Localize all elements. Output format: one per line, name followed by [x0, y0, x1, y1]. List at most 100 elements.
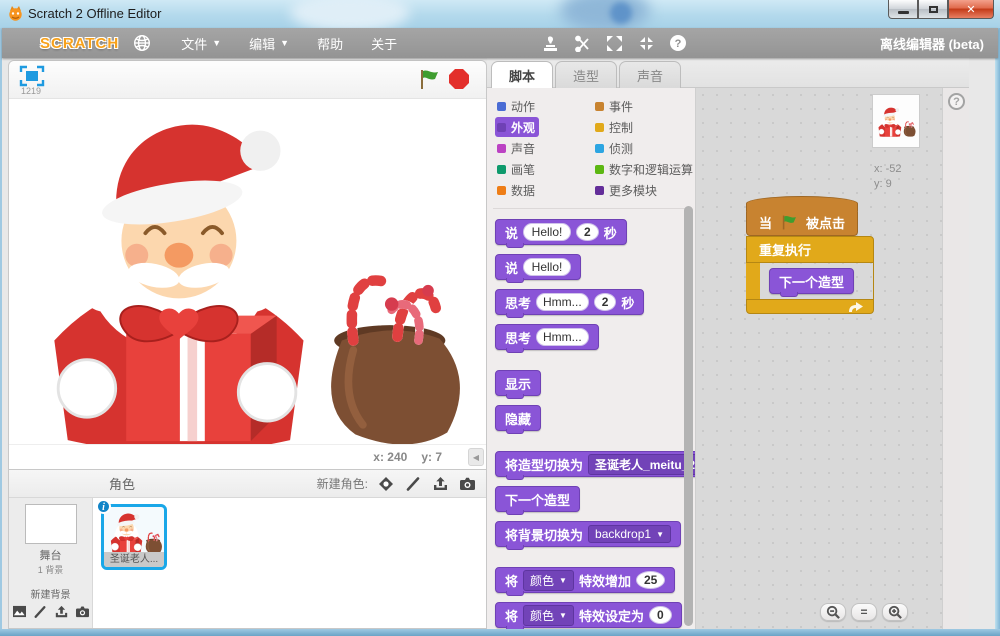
backdrop-library-icon[interactable] [12, 605, 27, 619]
sprites-panel: 角色 新建角色: 舞台 1 背景 新建背景 i 圣诞老人... [8, 470, 487, 629]
collapse-stage-handle[interactable]: ◀ [468, 448, 484, 466]
costume-dropdown[interactable]: 圣诞老人_meitu_2 [588, 453, 695, 475]
mouse-position-readout: x: 240 y: 7 [373, 450, 442, 464]
window-controls: ✕ [888, 0, 994, 19]
category-pen[interactable]: 画笔 [495, 159, 539, 179]
language-globe-icon[interactable] [133, 34, 151, 52]
tab-sounds[interactable]: 声音 [619, 61, 681, 88]
number-input[interactable]: 25 [635, 571, 666, 589]
backdrop-dropdown[interactable]: backdrop1 ▼ [588, 525, 671, 543]
green-flag-button[interactable] [418, 68, 440, 90]
category-data[interactable]: 数据 [495, 180, 539, 200]
camera-sprite-icon[interactable] [458, 476, 476, 492]
chevron-down-icon: ▼ [559, 575, 567, 585]
grow-sprite-icon[interactable] [603, 32, 625, 54]
category-sensing[interactable]: 侦测 [593, 138, 637, 158]
category-more-blocks[interactable]: 更多模块 [593, 180, 661, 200]
number-input[interactable]: 0 [648, 606, 672, 624]
script-area[interactable]: x: -52 y: 9 当 被点击 重复执行 下一个造型 = [696, 88, 942, 629]
category-sound[interactable]: 声音 [495, 138, 539, 158]
minimize-button[interactable] [888, 0, 918, 19]
block-switch-costume[interactable]: 将造型切换为 圣诞老人_meitu_2 [495, 451, 695, 480]
sprites-header: 角色 新建角色: [9, 470, 486, 498]
forever-head[interactable]: 重复执行 [746, 236, 874, 263]
number-input[interactable]: 2 [576, 223, 599, 241]
menu-edit[interactable]: 编辑 ▼ [235, 28, 303, 58]
zoom-out-button[interactable] [820, 603, 846, 621]
help-button[interactable]: ? [948, 93, 965, 110]
category-motion[interactable]: 动作 [495, 96, 539, 116]
shrink-sprite-icon[interactable] [635, 32, 657, 54]
block-say-for-secs[interactable]: 说 Hello! 2 秒 [495, 219, 627, 248]
sprite-library-icon[interactable] [377, 476, 395, 492]
category-color-swatch [497, 185, 506, 195]
block-hide[interactable]: 隐藏 [495, 405, 542, 434]
upload-backdrop-icon[interactable] [54, 605, 69, 619]
stage-selector-column[interactable]: 舞台 1 背景 新建背景 [9, 498, 93, 628]
sprite-name-label: 圣诞老人... [104, 552, 164, 567]
category-label: 事件 [609, 99, 634, 114]
block-say[interactable]: 说 Hello! [495, 254, 582, 283]
fullscreen-icon[interactable] [19, 65, 45, 87]
green-flag-icon [782, 215, 796, 229]
category-control[interactable]: 控制 [593, 117, 637, 137]
category-label: 画笔 [511, 162, 536, 177]
duplicate-stamp-icon[interactable] [539, 32, 561, 54]
block-think-for-secs[interactable]: 思考 Hmm... 2 秒 [495, 289, 645, 318]
paint-backdrop-icon[interactable] [33, 605, 48, 619]
delete-scissors-icon[interactable] [571, 32, 593, 54]
close-button[interactable]: ✕ [948, 0, 994, 19]
stage-canvas[interactable] [9, 99, 486, 444]
zoom-reset-button[interactable]: = [851, 603, 877, 621]
script-when-flag-clicked[interactable]: 当 被点击 [746, 196, 859, 236]
menu-help-label: 帮助 [317, 36, 344, 52]
menu-file[interactable]: 文件 ▼ [167, 28, 235, 58]
camera-backdrop-icon[interactable] [75, 605, 90, 619]
script-forever-loop[interactable]: 重复执行 下一个造型 [746, 236, 874, 314]
scripts-workspace: 动作 事件 外观 控制 声音 侦测 画笔 数字和逻辑运算 数据 更多模块 说 H… [487, 88, 969, 629]
stop-button[interactable] [448, 68, 470, 90]
effect-dropdown[interactable]: 颜色 ▼ [523, 569, 574, 591]
sprite-x-readout: x: -52 [874, 163, 902, 175]
scratch-logo[interactable]: SCRATCH [40, 35, 119, 52]
number-input[interactable]: 2 [593, 293, 617, 311]
block-think[interactable]: 思考 Hmm... [495, 324, 599, 353]
new-sprite-label: 新建角色: [316, 477, 368, 491]
script-next-costume[interactable]: 下一个造型 [769, 268, 855, 297]
maximize-button[interactable] [918, 0, 948, 19]
category-operators[interactable]: 数字和逻辑运算 [593, 159, 695, 179]
block-help-icon[interactable]: ? [667, 32, 689, 54]
category-color-swatch [595, 164, 604, 174]
block-set-effect[interactable]: 将 颜色 ▼ 特效设定为 0 [495, 602, 682, 629]
upload-sprite-icon[interactable] [431, 476, 449, 492]
effect-dropdown[interactable]: 颜色 ▼ [523, 604, 574, 626]
block-switch-backdrop[interactable]: 将背景切换为 backdrop1 ▼ [495, 521, 681, 550]
block-next-costume[interactable]: 下一个造型 [495, 486, 581, 515]
text-input[interactable]: Hello! [523, 258, 572, 276]
palette-scrollbar[interactable] [684, 206, 693, 626]
tab-costumes[interactable]: 造型 [555, 61, 617, 88]
forever-foot [746, 299, 874, 314]
zoom-in-button[interactable] [882, 603, 908, 621]
sprite-thumbnail-santa[interactable]: i 圣诞老人... [96, 499, 167, 570]
text-input[interactable]: Hello! [523, 223, 572, 241]
dropdown-value: 颜色 [530, 608, 555, 623]
santa-sprite-on-stage[interactable] [11, 99, 481, 444]
stage-backdrop-thumbnail[interactable] [24, 504, 77, 544]
scratch-cat-icon [9, 6, 22, 21]
mouse-x: x: 240 [373, 450, 408, 464]
text-input[interactable]: Hmm... [536, 293, 589, 311]
mouse-y: y: 7 [421, 450, 442, 464]
category-events[interactable]: 事件 [593, 96, 637, 116]
category-label: 动作 [511, 99, 536, 114]
menu-about[interactable]: 关于 [357, 28, 411, 58]
block-change-effect[interactable]: 将 颜色 ▼ 特效增加 25 [495, 567, 676, 596]
menu-help[interactable]: 帮助 [303, 28, 357, 58]
category-looks[interactable]: 外观 [495, 117, 540, 137]
block-show[interactable]: 显示 [495, 370, 542, 399]
tab-scripts[interactable]: 脚本 [491, 61, 553, 88]
text-input[interactable]: Hmm... [536, 328, 589, 346]
zoom-controls: = [820, 603, 908, 621]
stage-label: 舞台 [39, 550, 62, 562]
paint-brush-icon[interactable] [404, 476, 422, 492]
